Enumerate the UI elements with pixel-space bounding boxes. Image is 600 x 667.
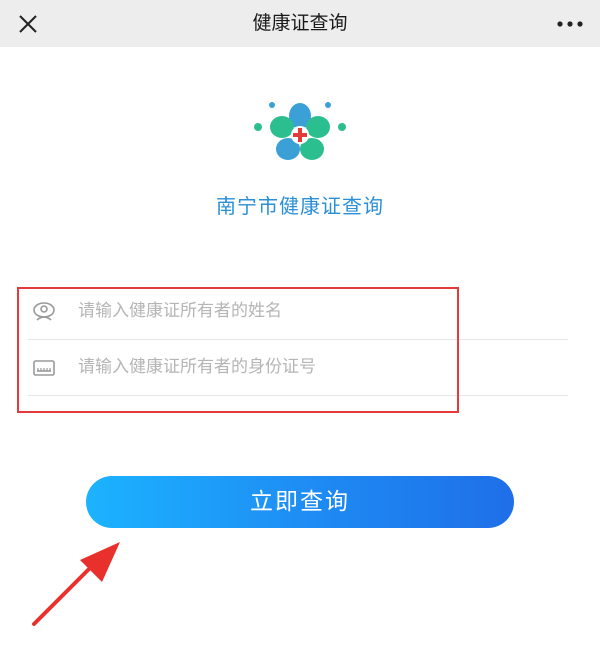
query-button[interactable]: 立即查询: [86, 476, 514, 528]
flower-cross-logo-icon: [250, 100, 350, 168]
highlight-box: [17, 287, 459, 413]
red-arrow-icon: [30, 540, 130, 630]
app-name: 南宁市健康证查询: [216, 194, 384, 218]
navigation-bar: 健康证查询: [0, 0, 600, 47]
more-icon[interactable]: [552, 10, 588, 38]
page-title: 健康证查询: [252, 12, 348, 34]
